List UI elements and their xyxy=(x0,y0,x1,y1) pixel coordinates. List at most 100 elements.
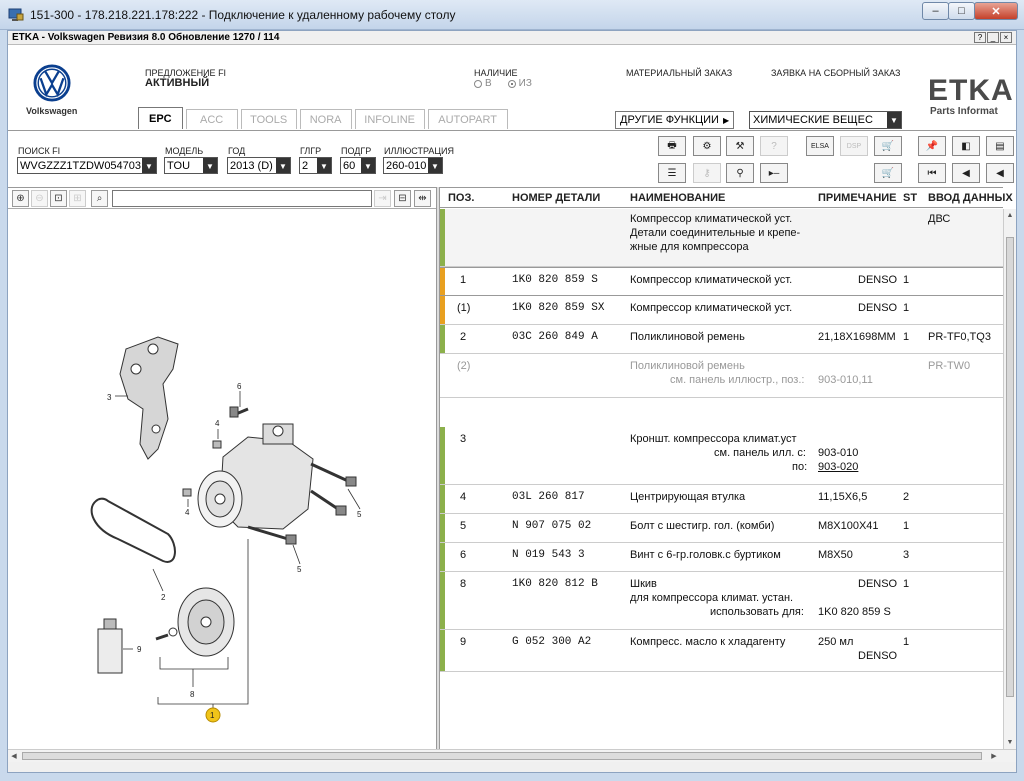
callout-3[interactable]: 3 xyxy=(107,393,112,402)
layout-icon[interactable]: ⊟ xyxy=(394,190,411,207)
first-page-icon[interactable]: ⏮ xyxy=(918,163,946,183)
vertical-scroll-thumb[interactable] xyxy=(1006,237,1014,697)
callout-2[interactable]: 2 xyxy=(161,593,166,602)
table-row[interactable]: (2) Поликлиновой ремень см. панель иллюс… xyxy=(440,354,1003,398)
callout-9[interactable]: 9 xyxy=(137,645,142,654)
cart-icon[interactable]: 🛒 xyxy=(874,163,902,183)
maximize-button[interactable]: □ xyxy=(948,2,975,20)
cart-add-icon[interactable]: 🛒 xyxy=(874,136,902,156)
app-minimize-button[interactable]: _ xyxy=(987,32,999,43)
col-note[interactable]: ПРИМЕЧАНИЕ xyxy=(818,192,897,204)
table-row[interactable]: 6 N 019 543 3 Винт с 6-гр.головк.с бурти… xyxy=(440,543,1003,572)
other-functions-button[interactable]: ДРУГИЕ ФУНКЦИИ ▶ xyxy=(615,111,735,129)
subgroup-select[interactable]: 60 ▼ xyxy=(340,157,376,174)
table-row[interactable]: 5 N 907 075 02 Болт с шестигр. гол. (ком… xyxy=(440,514,1003,543)
tab-epc[interactable]: EPC xyxy=(138,107,183,129)
bike-icon[interactable]: ⚲ xyxy=(726,163,754,183)
table-row[interactable]: Компрессор климатической уст. Детали сое… xyxy=(440,209,1003,267)
table-row[interactable]: 4 03L 260 817 Центрирующая втулка 11,15X… xyxy=(440,485,1003,514)
part-ref-label-to: по: xyxy=(792,461,808,473)
callout-8[interactable]: 8 xyxy=(190,690,195,699)
scroll-down-icon[interactable]: ▼ xyxy=(1004,736,1016,748)
search-fi-input[interactable]: WVGZZZ1TZDW054703 ▼ xyxy=(17,157,157,174)
callout-5-top[interactable]: 5 xyxy=(357,510,362,519)
table-row[interactable]: 2 03C 260 849 A Поликлиновой ремень 21,1… xyxy=(440,325,1003,354)
tab-tools[interactable]: TOOLS xyxy=(240,109,297,129)
table-row[interactable]: 1 1K0 820 859 S Компрессор климатической… xyxy=(440,267,1003,296)
pin-icon[interactable]: 📌 xyxy=(918,136,946,156)
part-name-line2: Детали соединительные и крепе- xyxy=(630,227,801,239)
zoom-area-icon[interactable]: ⊞ xyxy=(69,190,86,207)
search-icon[interactable]: ⌕ xyxy=(91,190,108,207)
previous-page-icon[interactable]: ◀ xyxy=(952,163,980,183)
zoom-out-icon[interactable]: ⊖ xyxy=(31,190,48,207)
material-order-link[interactable]: МАТЕРИАЛЬНЫЙ ЗАКАЗ xyxy=(626,68,732,78)
part-ref-link-to[interactable]: 903-020 xyxy=(818,461,858,473)
next-page-icon[interactable]: ◀ xyxy=(986,163,1014,183)
col-name[interactable]: НАИМЕНОВАНИЕ xyxy=(630,192,725,204)
help-icon[interactable]: ? xyxy=(760,136,788,156)
book-prev-icon[interactable]: ◧ xyxy=(952,136,980,156)
main-group-select[interactable]: 2 ▼ xyxy=(299,157,332,174)
zoom-in-icon[interactable]: ⊕ xyxy=(12,190,29,207)
help-button[interactable]: ? xyxy=(974,32,986,43)
tab-acc[interactable]: ACC xyxy=(185,109,238,129)
callout-4-top[interactable]: 4 xyxy=(215,419,220,428)
radio-out[interactable]: ИЗ xyxy=(507,78,532,89)
minimize-button[interactable]: – xyxy=(922,2,949,20)
tab-autopart[interactable]: AUTOPART xyxy=(427,109,508,129)
list-icon[interactable]: ☰ xyxy=(658,163,686,183)
settings-icon[interactable]: ⚙ xyxy=(693,136,721,156)
vertical-scrollbar[interactable]: ▲ ▼ xyxy=(1003,209,1016,749)
split-icon[interactable]: ⇹ xyxy=(414,190,431,207)
chemicals-select[interactable]: ХИМИЧЕСКИЕ ВЕЩЕС ▼ xyxy=(749,111,902,129)
tools-icon[interactable]: ⚒ xyxy=(726,136,754,156)
tab-nora[interactable]: NORA xyxy=(299,109,352,129)
dsp-button[interactable]: DSP xyxy=(840,136,868,156)
part-ref-link[interactable]: 903-010,11 xyxy=(818,374,873,386)
close-button[interactable]: ✕ xyxy=(974,2,1018,20)
zoom-fit-icon[interactable]: ⊡ xyxy=(50,190,67,207)
chevron-down-icon: ▼ xyxy=(887,112,901,128)
model-select[interactable]: TOU ▼ xyxy=(164,157,218,174)
arrow-line-icon[interactable]: ▸– xyxy=(760,163,788,183)
col-st[interactable]: ST xyxy=(903,192,917,204)
table-row[interactable]: (1) 1K0 820 859 SX Компрессор климатичес… xyxy=(440,296,1003,325)
scroll-left-icon[interactable]: ◀ xyxy=(8,750,20,762)
horizontal-scrollbar[interactable]: ◀ ▶ xyxy=(8,749,1016,762)
callout-1[interactable]: 1 xyxy=(210,711,215,720)
print-icon[interactable]: 🖶 xyxy=(658,136,686,156)
callout-6[interactable]: 6 xyxy=(237,382,242,391)
part-data: ДВС xyxy=(928,213,951,225)
etka-title: ETKA - Volkswagen Ревизия 8.0 Обновление… xyxy=(12,32,280,43)
exploded-diagram: 3 6 4 4 5 5 2 9 8 1 xyxy=(90,336,362,723)
app-close-button[interactable]: × xyxy=(1000,32,1012,43)
table-row[interactable]: 3 Кроншт. компрессора климат.уст см. пан… xyxy=(440,427,1003,485)
tab-infoline[interactable]: INFOLINE xyxy=(354,109,425,129)
radio-in[interactable]: В xyxy=(474,78,492,89)
col-pos[interactable]: ПОЗ. xyxy=(448,192,474,204)
scroll-up-icon[interactable]: ▲ xyxy=(1004,209,1016,221)
compressor-drawing xyxy=(197,423,314,530)
callout-4-bottom[interactable]: 4 xyxy=(185,508,190,517)
etka-titlebar: ETKA - Volkswagen Ревизия 8.0 Обновление… xyxy=(8,31,1016,45)
col-part-no[interactable]: НОМЕР ДЕТАЛИ xyxy=(512,192,600,204)
illustration-search-input[interactable] xyxy=(112,190,372,207)
year-select[interactable]: 2013 (D) ▼ xyxy=(227,157,291,174)
elsa-button[interactable]: ELSA xyxy=(806,136,834,156)
callout-5-bottom[interactable]: 5 xyxy=(297,565,302,574)
part-pos: (1) xyxy=(457,302,471,314)
illustration-select[interactable]: 260-010 ▼ xyxy=(383,157,443,174)
key-icon[interactable]: ⚷ xyxy=(693,163,721,183)
col-data-input[interactable]: ВВОД ДАННЫХ xyxy=(928,192,1013,204)
parts-illustration[interactable]: 3 6 4 4 5 5 2 9 8 1 xyxy=(8,209,436,749)
table-row[interactable]: 8 1K0 820 812 B Шкив DENSO 1 для компрес… xyxy=(440,572,1003,630)
scroll-right-icon[interactable]: ▶ xyxy=(988,750,1000,762)
table-row[interactable]: 9 G 052 300 A2 Компресс. масло к хладаге… xyxy=(440,630,1003,672)
book-icon[interactable]: ▤ xyxy=(986,136,1014,156)
parts-table: Компрессор климатической уст. Детали сое… xyxy=(440,209,1003,749)
assembly-order-link[interactable]: ЗАЯВКА НА СБОРНЫЙ ЗАКАЗ xyxy=(771,68,900,78)
horizontal-scroll-thumb[interactable] xyxy=(22,752,982,760)
part-ref-link[interactable]: 903-010 xyxy=(818,447,858,459)
export-icon[interactable]: ⇥ xyxy=(374,190,391,207)
